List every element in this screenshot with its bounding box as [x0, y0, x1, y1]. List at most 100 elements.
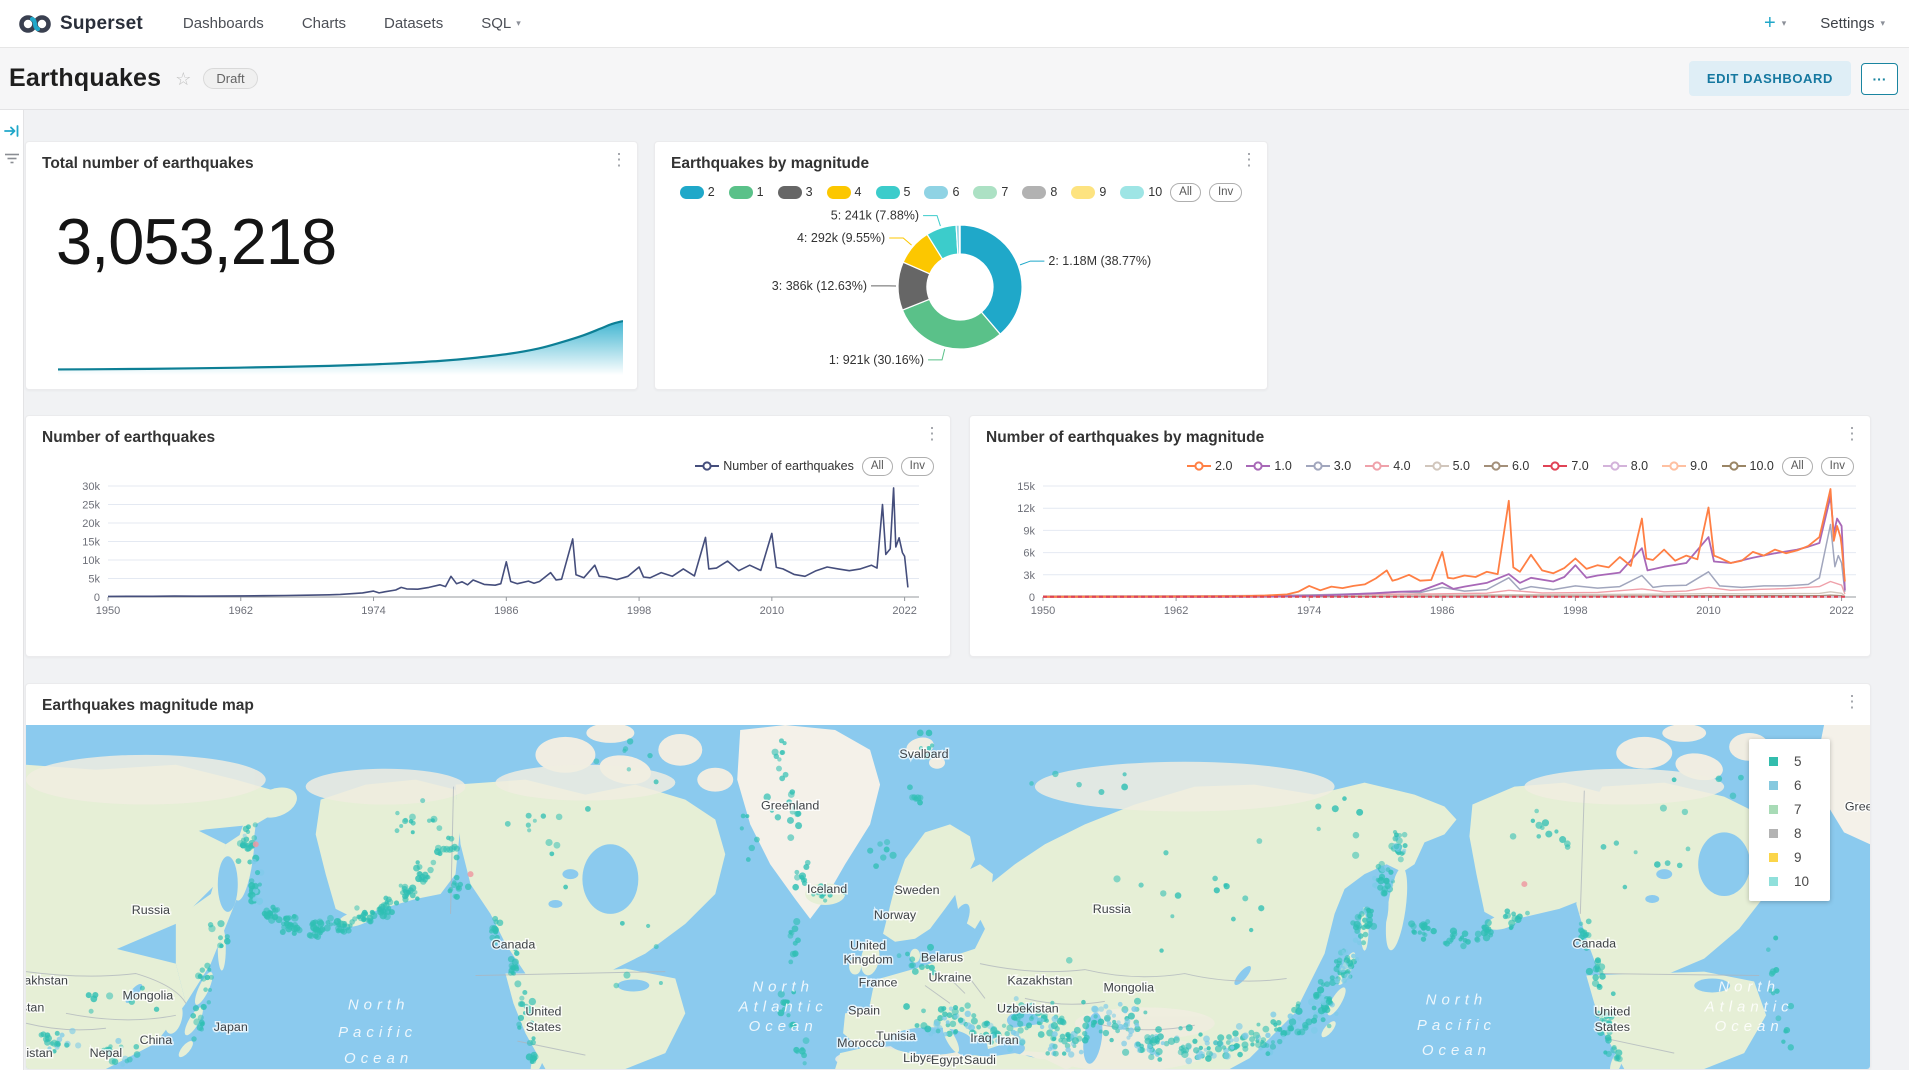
chevron-down-icon	[1782, 19, 1787, 28]
trend-sparkline	[58, 317, 623, 375]
nav-item-sql[interactable]: SQL	[481, 15, 521, 32]
more-options-button[interactable]: ···	[1861, 63, 1898, 95]
legend-item[interactable]: 9	[1071, 185, 1106, 199]
settings-menu[interactable]: Settings	[1820, 15, 1885, 32]
svg-text:Canada: Canada	[1572, 937, 1616, 951]
svg-text:15k: 15k	[82, 537, 100, 549]
chart-title: Number of earthquakes	[26, 416, 950, 447]
world-map: RussiaMongoliaChinazakhstankistanakistan…	[26, 725, 1870, 1069]
legend-item[interactable]: 1.0	[1246, 459, 1291, 473]
svg-text:Ocean: Ocean	[344, 1050, 413, 1067]
svg-text:3: 386k (12.63%): 3: 386k (12.63%)	[772, 279, 867, 293]
svg-text:9k: 9k	[1023, 525, 1035, 537]
line-chart-legend: Number of earthquakes All Inv	[26, 455, 950, 477]
legend-item[interactable]: 3	[778, 185, 813, 199]
draft-badge: Draft	[203, 68, 257, 89]
superset-logo[interactable]: Superset	[18, 12, 143, 36]
svg-text:zakhstan: zakhstan	[26, 974, 68, 988]
kebab-menu-icon[interactable]	[1843, 425, 1861, 442]
svg-text:Russia: Russia	[132, 903, 170, 917]
chart-title: Earthquakes by magnitude	[655, 142, 1267, 173]
legend-all-button[interactable]: All	[862, 457, 893, 476]
legend-item[interactable]: 8.0	[1603, 459, 1648, 473]
legend-item[interactable]: 6.0	[1484, 459, 1529, 473]
legend-inv-button[interactable]: Inv	[1821, 457, 1854, 476]
chevron-down-icon	[1880, 19, 1885, 28]
legend-item[interactable]: 3.0	[1306, 459, 1351, 473]
legend-inv-button[interactable]: Inv	[901, 457, 934, 476]
svg-text:Spain: Spain	[848, 1003, 880, 1017]
filter-icon[interactable]	[4, 152, 20, 166]
legend-item[interactable]: 7.0	[1543, 459, 1588, 473]
svg-text:States: States	[526, 1020, 561, 1034]
legend-item[interactable]: 7	[973, 185, 1008, 199]
legend-item[interactable]: 2	[680, 185, 715, 199]
map-legend-item: 10	[1749, 869, 1830, 893]
legend-item[interactable]: 9.0	[1662, 459, 1707, 473]
legend-item[interactable]: 2.0	[1187, 459, 1232, 473]
legend-all-button[interactable]: All	[1170, 183, 1201, 202]
map-legend-item: 7	[1749, 797, 1830, 821]
svg-text:4: 292k (9.55%): 4: 292k (9.55%)	[797, 231, 885, 245]
svg-text:Japan: Japan	[214, 1020, 248, 1034]
svg-text:1986: 1986	[494, 605, 518, 617]
svg-text:North: North	[752, 978, 814, 995]
favorite-star-icon[interactable]	[175, 69, 191, 90]
legend-item[interactable]: Number of earthquakes	[695, 459, 854, 473]
svg-text:Atlantic: Atlantic	[738, 998, 828, 1015]
legend-item[interactable]: 1	[729, 185, 764, 199]
chevron-down-icon	[516, 19, 521, 28]
edit-dashboard-button[interactable]: EDIT DASHBOARD	[1689, 61, 1851, 96]
kebab-menu-icon[interactable]	[610, 151, 628, 168]
donut-legend: 213456789 10 All Inv	[655, 181, 1267, 203]
kebab-menu-icon[interactable]	[1843, 693, 1861, 710]
legend-item[interactable]: 4.0	[1365, 459, 1410, 473]
legend-item[interactable]: 10.0	[1722, 459, 1774, 473]
nav-item-charts[interactable]: Charts	[302, 15, 346, 32]
time-series-chart: 03k6k9k12k15k195019621974198619982010202…	[970, 477, 1872, 617]
svg-text:Ocean: Ocean	[1422, 1042, 1491, 1059]
svg-text:United: United	[1594, 1004, 1630, 1018]
svg-text:States: States	[1595, 1020, 1630, 1034]
svg-text:2010: 2010	[760, 605, 784, 617]
card-number-of-earthquakes: Number of earthquakes Number of earthqua…	[25, 415, 951, 657]
legend-all-button[interactable]: All	[1782, 457, 1813, 476]
map-canvas[interactable]: RussiaMongoliaChinazakhstankistanakistan…	[26, 725, 1870, 1069]
legend-item[interactable]: 8	[1022, 185, 1057, 199]
time-series-chart: 05k10k15k20k25k30k1950196219741986199820…	[26, 477, 952, 617]
kebab-menu-icon[interactable]	[1240, 151, 1258, 168]
svg-text:Egypt: Egypt	[931, 1053, 963, 1067]
svg-text:1998: 1998	[627, 605, 651, 617]
legend-item[interactable]: 4	[827, 185, 862, 199]
svg-text:0: 0	[94, 592, 100, 604]
svg-text:North: North	[1426, 991, 1488, 1008]
line-chart-legend: 2.0 1.0 3.0 4.0 5.0 6.0 7.0 8.0 9.0 10.0 All Inv	[970, 455, 1870, 477]
legend-item[interactable]: 6	[924, 185, 959, 199]
svg-text:Svalbard: Svalbard	[899, 747, 948, 761]
svg-text:Pacific: Pacific	[1417, 1017, 1496, 1034]
kebab-menu-icon[interactable]	[923, 425, 941, 442]
svg-text:0: 0	[1029, 592, 1035, 604]
svg-text:akistan: akistan	[26, 1046, 53, 1060]
legend-inv-button[interactable]: Inv	[1209, 183, 1242, 202]
filter-bar-collapsed	[0, 110, 24, 1070]
chart-title: Total number of earthquakes	[26, 142, 637, 173]
svg-text:15k: 15k	[1017, 481, 1035, 493]
svg-text:Mongolia: Mongolia	[123, 988, 174, 1002]
legend-item[interactable]: 5.0	[1425, 459, 1470, 473]
expand-filter-bar-icon[interactable]	[4, 124, 20, 138]
map-legend-item: 8	[1749, 821, 1830, 845]
svg-text:1974: 1974	[361, 605, 385, 617]
nav-item-dashboards[interactable]: Dashboards	[183, 15, 264, 32]
chart-title: Number of earthquakes by magnitude	[970, 416, 1870, 447]
legend-item[interactable]: 5	[876, 185, 911, 199]
new-item-button[interactable]: +	[1764, 12, 1786, 35]
svg-text:30k: 30k	[82, 481, 100, 493]
nav-item-datasets[interactable]: Datasets	[384, 15, 443, 32]
legend-item[interactable]: 10	[1120, 185, 1162, 199]
svg-text:20k: 20k	[82, 518, 100, 530]
svg-text:Greenland: Greenland	[761, 799, 819, 813]
donut-chart: 2: 1.18M (38.77%)1: 921k (30.16%)3: 386k…	[655, 203, 1269, 381]
svg-text:Iceland: Iceland	[807, 882, 847, 896]
svg-text:3k: 3k	[1023, 570, 1035, 582]
